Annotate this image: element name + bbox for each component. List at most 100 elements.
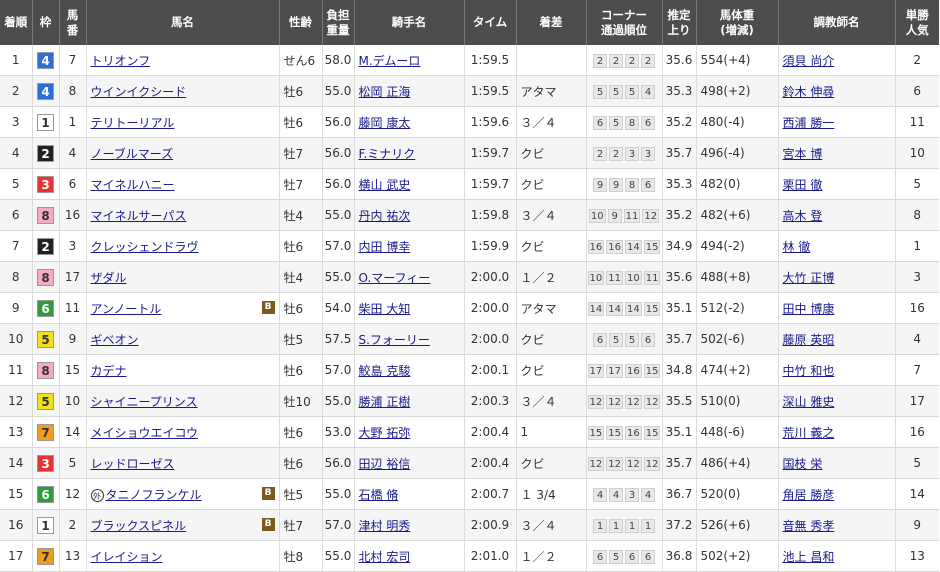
col-corner-header[interactable]: コーナー 通過順位 <box>586 0 663 45</box>
last3f-cell: 36.7 <box>662 478 697 510</box>
horse-name-link[interactable]: ザダル <box>91 271 127 285</box>
jockey-link[interactable]: 丹内 祐次 <box>359 209 411 223</box>
body-weight-diff: (+4) <box>723 53 751 67</box>
trainer-cell: 林 徹 <box>778 230 896 262</box>
trainer-link[interactable]: 角居 勝彦 <box>783 488 835 502</box>
trainer-link[interactable]: 中竹 和也 <box>783 364 835 378</box>
foreign-trained-icon: 外 <box>90 488 104 502</box>
col-weight-header[interactable]: 負担 重量 <box>322 0 355 45</box>
horse-name-link[interactable]: クレッシェンドラヴ <box>91 240 199 254</box>
trainer-link[interactable]: 音無 秀孝 <box>783 519 835 533</box>
trainer-link[interactable]: 深山 雅史 <box>783 395 835 409</box>
corner-position: 5 <box>609 115 623 130</box>
horse-name-link[interactable]: ウインイクシード <box>91 85 187 99</box>
body-weight-diff: (0) <box>723 487 741 501</box>
col-number-header[interactable]: 馬番 <box>59 0 87 45</box>
horse-name-link[interactable]: イレイション <box>91 550 163 564</box>
col-sex-age-header[interactable]: 性齢 <box>279 0 323 45</box>
jockey-link[interactable]: 藤岡 康太 <box>359 116 411 130</box>
trainer-link[interactable]: 大竹 正博 <box>783 271 835 285</box>
table-row: 3 1 1 テリトーリアル 牡6 56.0 藤岡 康太 1:59.6 ３／４ 6 5 8 6 35.2 48… <box>0 106 939 138</box>
jockey-link[interactable]: 北村 宏司 <box>359 550 411 564</box>
col-rank-header[interactable]: 着順 <box>0 0 33 45</box>
margin-cell: クビ <box>516 447 587 479</box>
col-popularity-header[interactable]: 単勝 人気 <box>895 0 939 45</box>
corner-position: 10 <box>625 270 642 285</box>
last3f-cell: 35.3 <box>662 168 697 200</box>
horse-name-link[interactable]: マイネルサーパス <box>91 209 187 223</box>
body-weight-value: 496 <box>700 146 724 160</box>
trainer-link[interactable]: 宮本 博 <box>783 147 823 161</box>
corner-position: 14 <box>606 301 623 316</box>
waku-badge: 4 <box>37 51 54 69</box>
waku-badge: 4 <box>37 82 54 100</box>
trainer-cell: 宮本 博 <box>778 137 896 169</box>
col-waku-header[interactable]: 枠 <box>32 0 60 45</box>
waku-cell: 1 <box>32 509 60 541</box>
trainer-link[interactable]: 国枝 栄 <box>783 457 823 471</box>
jockey-link[interactable]: M.デムーロ <box>359 54 421 68</box>
trainer-link[interactable]: 高木 登 <box>783 209 823 223</box>
horse-name-link[interactable]: アンノートル <box>91 302 162 316</box>
jockey-link[interactable]: 大野 拓弥 <box>359 426 411 440</box>
sex-age-cell: 牡4 <box>279 199 323 231</box>
trainer-cell: 荒川 義之 <box>778 416 896 448</box>
jockey-link[interactable]: 田辺 裕信 <box>359 457 411 471</box>
trainer-link[interactable]: 藤原 英昭 <box>783 333 835 347</box>
corner-cell: 2233 <box>586 137 663 169</box>
jockey-link[interactable]: O.マーフィー <box>359 271 431 285</box>
horse-name-link[interactable]: ギベオン <box>91 333 139 347</box>
jockey-link[interactable]: 内田 博幸 <box>359 240 411 254</box>
jockey-link[interactable]: S.フォーリー <box>359 333 430 347</box>
col-trainer-header[interactable]: 調教師名 <box>778 0 896 45</box>
col-popularity-label: 単勝 <box>905 7 929 22</box>
horse-name-link[interactable]: ノーブルマーズ <box>91 147 174 161</box>
table-row: 5 3 6 マイネルハニー 牡7 56.0 横山 武史 1:59.7 クビ 9 9 8 6 35.3 482… <box>0 168 939 200</box>
trainer-link[interactable]: 荒川 義之 <box>783 426 835 440</box>
jockey-link[interactable]: 松岡 正海 <box>359 85 411 99</box>
jockey-link[interactable]: 勝浦 正樹 <box>359 395 411 409</box>
body-weight-cell: 554(+4) <box>696 45 779 76</box>
margin-cell: １ 3/4 <box>516 478 587 510</box>
trainer-link[interactable]: 西浦 勝一 <box>783 116 835 130</box>
col-margin-header[interactable]: 着差 <box>516 0 587 45</box>
horse-name-link[interactable]: シャイニープリンス <box>91 395 198 409</box>
col-time-header[interactable]: タイム <box>464 0 517 45</box>
jockey-link[interactable]: 石橋 脩 <box>359 488 399 502</box>
horse-number-cell: 17 <box>59 261 87 293</box>
jockey-link[interactable]: 柴田 大知 <box>359 302 411 316</box>
waku-cell: 8 <box>32 261 60 293</box>
col-horse-header[interactable]: 馬名 <box>86 0 280 45</box>
corner-position: 2 <box>593 146 607 161</box>
horse-name-link[interactable]: トリオンフ <box>91 54 151 68</box>
horse-name-link[interactable]: テリトーリアル <box>91 116 175 130</box>
jockey-link[interactable]: 鮫島 克駿 <box>359 364 411 378</box>
jockey-link[interactable]: 津村 明秀 <box>359 519 411 533</box>
col-body-weight-header[interactable]: 馬体重 (増減) <box>696 0 779 45</box>
jockey-link[interactable]: F.ミナリク <box>359 147 416 161</box>
jockey-link[interactable]: 横山 武史 <box>359 178 411 192</box>
corner-cell: 2222 <box>586 45 663 76</box>
trainer-link[interactable]: 栗田 徹 <box>783 178 823 192</box>
horse-name-link[interactable]: タニノフランケル <box>106 488 202 502</box>
col-last3f-header[interactable]: 推定 上り <box>662 0 697 45</box>
horse-name-link[interactable]: メイショウエイコウ <box>91 426 199 440</box>
trainer-link[interactable]: 鈴木 伸尋 <box>783 85 835 99</box>
horse-name-link[interactable]: マイネルハニー <box>91 178 175 192</box>
horse-name-link[interactable]: カデナ <box>91 364 127 378</box>
corner-positions: 6566 <box>593 549 655 564</box>
trainer-cell: 田中 博康 <box>778 292 896 324</box>
horse-name-link[interactable]: レッドローゼス <box>91 457 175 471</box>
trainer-link[interactable]: 須貝 尚介 <box>783 54 835 68</box>
horse-number-cell: 2 <box>59 509 87 541</box>
trainer-link[interactable]: 池上 昌和 <box>783 550 835 564</box>
horse-cell: アンノートル B <box>86 292 280 324</box>
corner-position: 1 <box>609 518 623 533</box>
rank-cell: 2 <box>0 75 33 107</box>
horse-name-link[interactable]: ブラックスピネル <box>91 519 187 533</box>
col-jockey-header[interactable]: 騎手名 <box>354 0 465 45</box>
trainer-link[interactable]: 林 徹 <box>783 240 811 254</box>
corner-positions: 10 9 11 12 <box>588 208 660 223</box>
last3f-cell: 35.7 <box>662 323 697 355</box>
trainer-link[interactable]: 田中 博康 <box>783 302 835 316</box>
